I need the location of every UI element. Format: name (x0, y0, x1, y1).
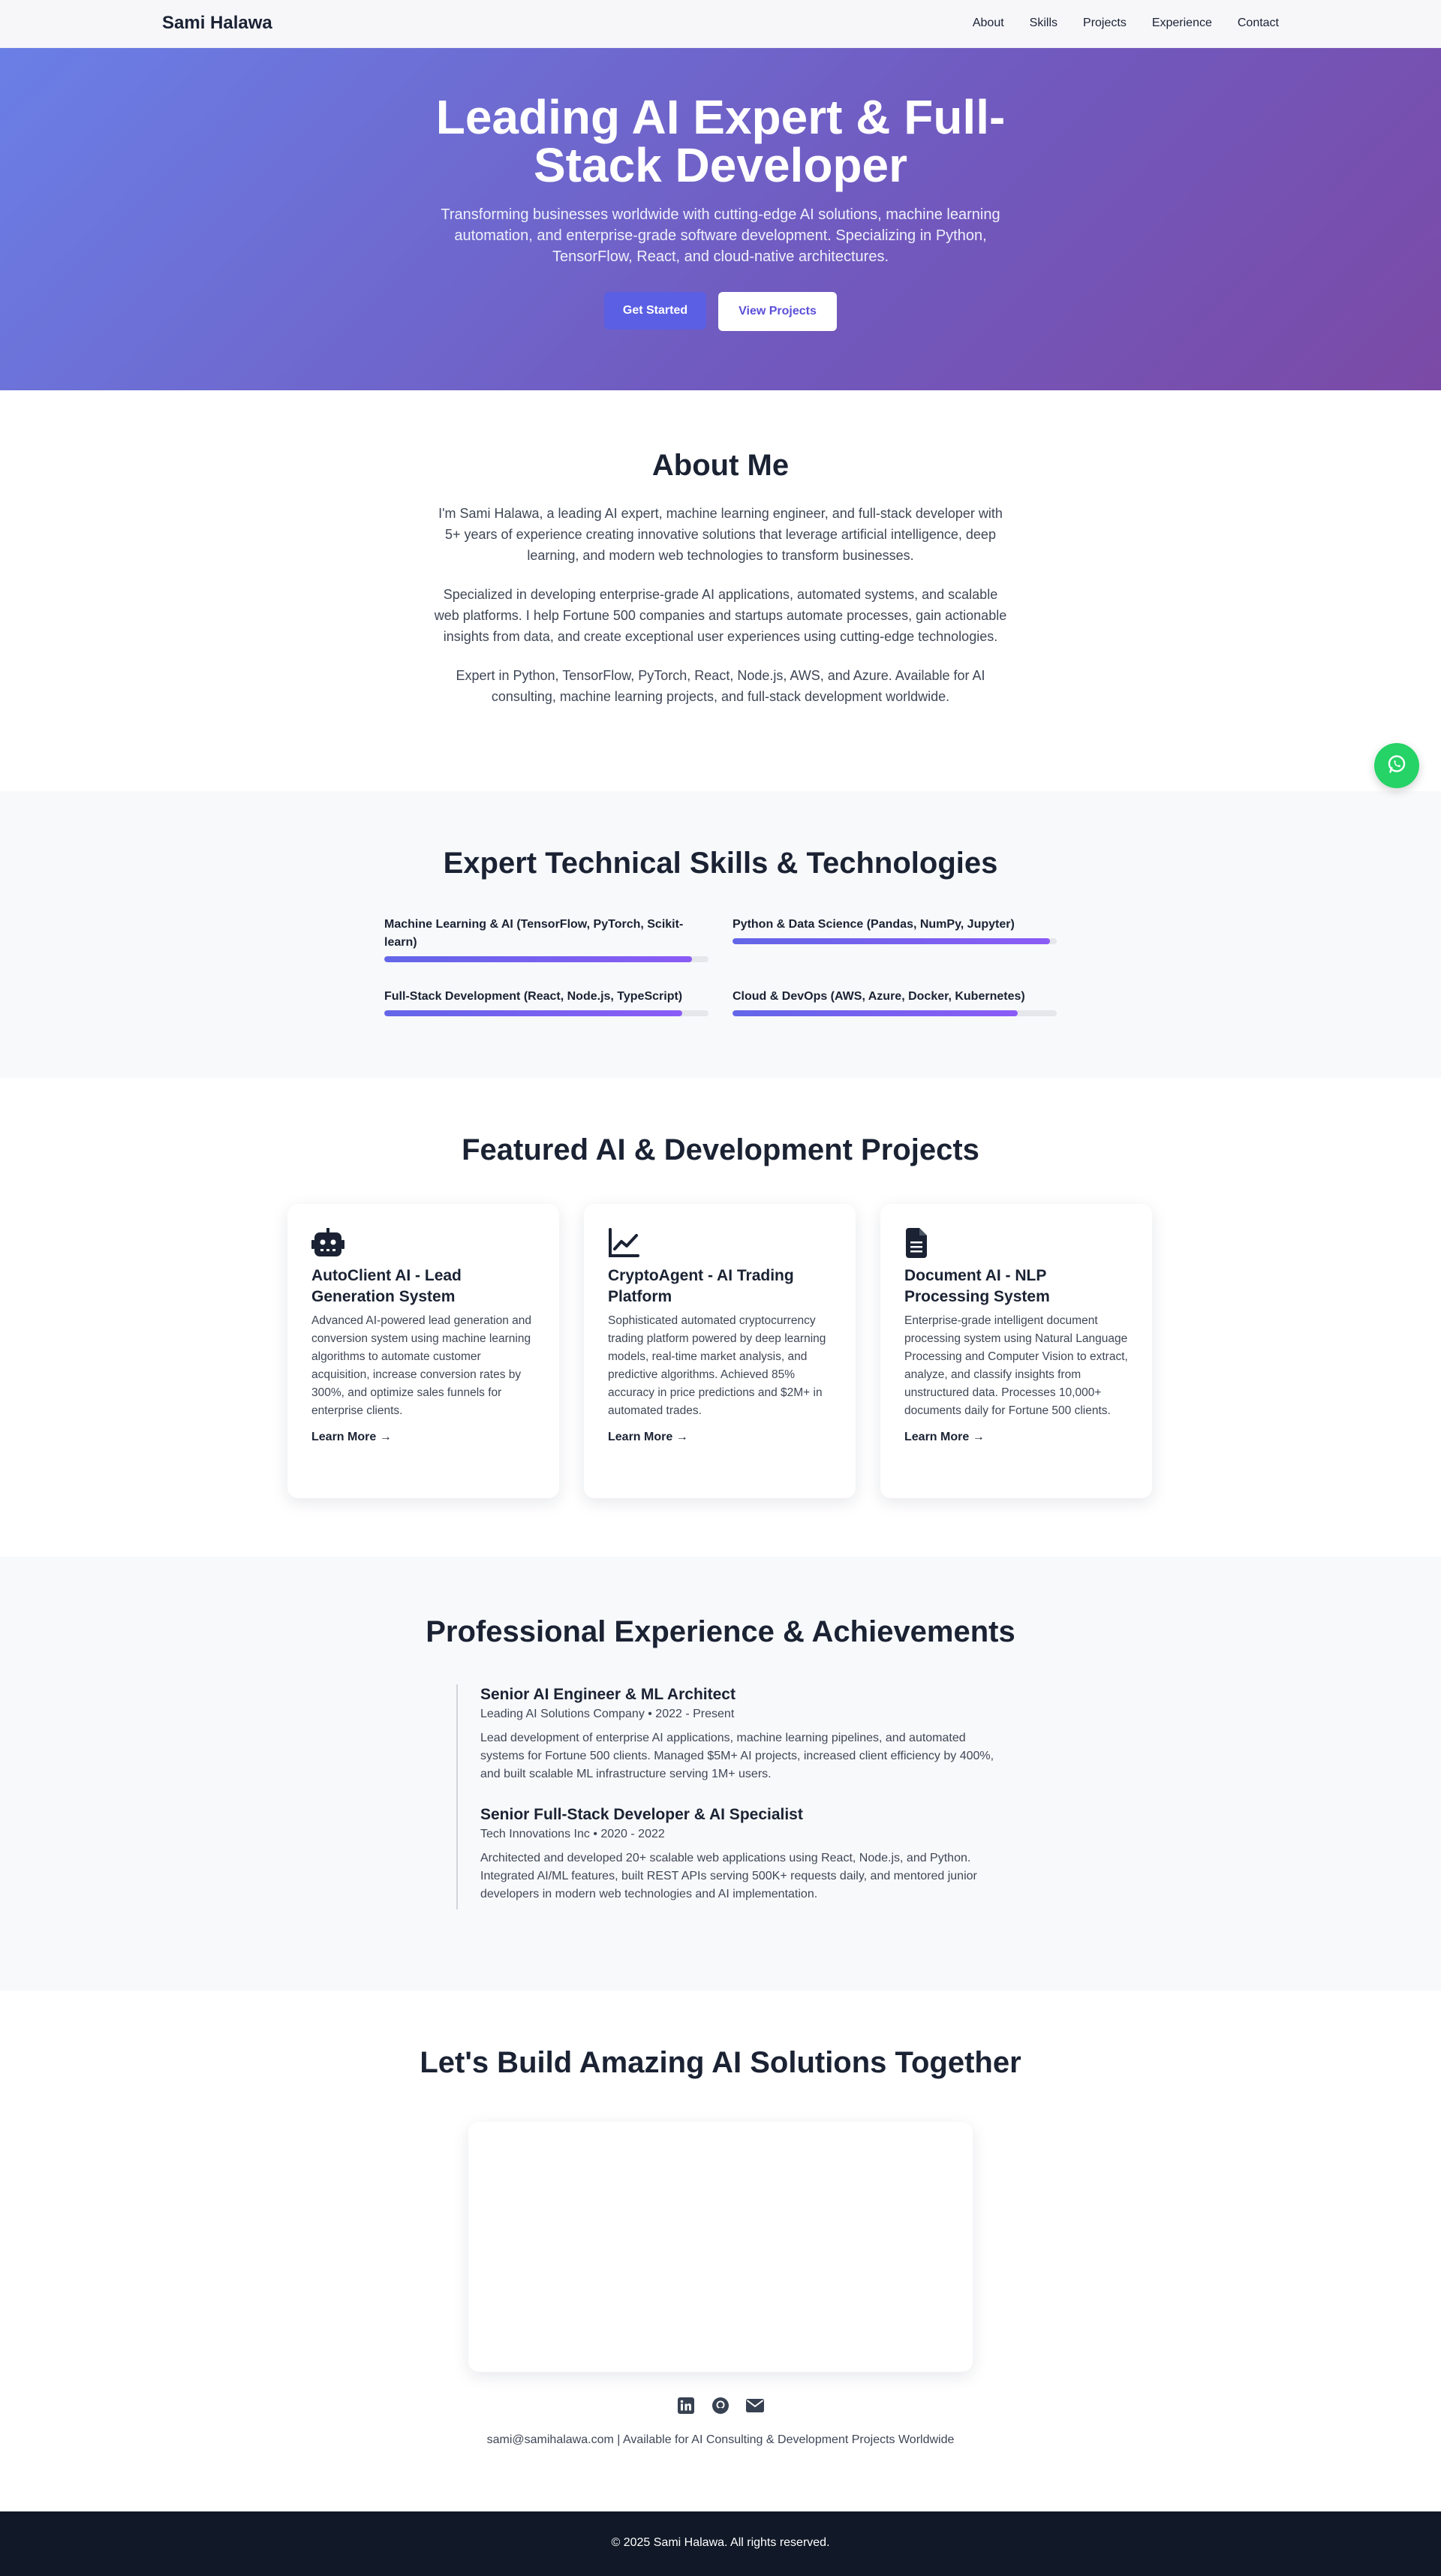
project-card: CryptoAgent - AI Trading Platform Sophis… (584, 1204, 856, 1498)
whatsapp-icon (1386, 754, 1407, 778)
about-paragraph: I'm Sami Halawa, a leading AI expert, ma… (438, 506, 1003, 563)
nav-link-experience[interactable]: Experience (1152, 17, 1212, 30)
skills-section: Expert Technical Skills & Technologies M… (0, 791, 1441, 1078)
project-title: CryptoAgent - AI Trading Platform (608, 1267, 794, 1305)
projects-title: Featured AI & Development Projects (462, 1133, 979, 1166)
learn-more-link[interactable]: Learn More → (904, 1431, 1128, 1444)
project-description: Sophisticated automated cryptocurrency t… (608, 1314, 826, 1417)
job-title: Senior Full-Stack Developer & AI Special… (480, 1806, 803, 1823)
job-meta: Leading AI Solutions Company • 2022 - Pr… (480, 1708, 735, 1720)
learn-more-link[interactable]: Learn More → (608, 1431, 832, 1444)
robot-icon (311, 1228, 344, 1258)
projects-section: Featured AI & Development Projects AutoC… (0, 1078, 1441, 1557)
job-description: Architected and developed 20+ scalable w… (480, 1852, 977, 1900)
nav-link-projects[interactable]: Projects (1083, 17, 1127, 30)
project-description: Enterprise-grade intelligent document pr… (904, 1314, 1128, 1417)
project-description: Advanced AI-powered lead generation and … (311, 1314, 531, 1417)
get-started-button[interactable]: Get Started (604, 292, 706, 330)
about-paragraph: Specialized in developing enterprise-gra… (434, 587, 1007, 644)
contact-form-card[interactable] (468, 2122, 973, 2372)
job-meta: Tech Innovations Inc • 2020 - 2022 (480, 1828, 665, 1840)
experience-section: Professional Experience & Achievements S… (0, 1557, 1441, 1991)
skill-bar-fill (384, 1010, 683, 1016)
skill-label: Python & Data Science (Pandas, NumPy, Ju… (733, 918, 1015, 931)
learn-more-link[interactable]: Learn More → (311, 1431, 535, 1444)
nav-link-contact[interactable]: Contact (1238, 17, 1279, 30)
hero-section: Leading AI Expert & Full-Stack Developer… (0, 48, 1441, 390)
job-description: Lead development of enterprise AI applic… (480, 1732, 994, 1780)
skill-label: Machine Learning & AI (TensorFlow, PyTor… (384, 918, 684, 949)
contact-title: Let's Build Amazing AI Solutions Togethe… (420, 2046, 1021, 2079)
skill-item: Cloud & DevOps (AWS, Azure, Docker, Kube… (733, 988, 1057, 1016)
about-text: I'm Sami Halawa, a leading AI expert, ma… (432, 503, 1009, 725)
skill-label: Cloud & DevOps (AWS, Azure, Docker, Kube… (733, 990, 1025, 1003)
about-paragraph: Expert in Python, TensorFlow, PyTorch, R… (456, 668, 985, 704)
document-icon (904, 1228, 937, 1258)
contact-section: Let's Build Amazing AI Solutions Togethe… (0, 1991, 1441, 2511)
view-projects-button[interactable]: View Projects (718, 292, 837, 331)
github-icon[interactable] (711, 2397, 730, 2415)
experience-item: Senior Full-Stack Developer & AI Special… (480, 1804, 1009, 1903)
nav-link-about[interactable]: About (973, 17, 1004, 30)
skills-title: Expert Technical Skills & Technologies (443, 847, 998, 880)
skill-bar-track (384, 1010, 708, 1016)
skill-bar-fill (733, 938, 1051, 944)
email-icon[interactable] (746, 2397, 764, 2415)
about-title: About Me (651, 449, 790, 482)
skill-bar-track (733, 1010, 1057, 1016)
skill-bar-fill (733, 1010, 1018, 1016)
whatsapp-button[interactable] (1374, 743, 1419, 788)
brand-logo[interactable]: Sami Halawa (162, 13, 272, 34)
skill-bar-track (733, 938, 1057, 944)
contact-info-line: sami@samihalawa.com | Available for AI C… (486, 2433, 955, 2446)
hero-subtitle: Transforming businesses worldwide with c… (441, 206, 1000, 265)
copyright-text: © 2025 Sami Halawa. All rights reserved. (611, 2536, 830, 2549)
project-card: AutoClient AI - Lead Generation System A… (287, 1204, 559, 1498)
project-card: Document AI - NLP Processing System Ente… (880, 1204, 1152, 1498)
project-title: Document AI - NLP Processing System (904, 1267, 1050, 1305)
linkedin-icon[interactable] (677, 2397, 695, 2415)
job-title: Senior AI Engineer & ML Architect (480, 1686, 736, 1703)
experience-item: Senior AI Engineer & ML Architect Leadin… (480, 1684, 1009, 1783)
about-section: About Me I'm Sami Halawa, a leading AI e… (0, 390, 1441, 791)
skill-bar-track (384, 956, 708, 962)
chart-line-icon (608, 1228, 641, 1258)
skill-item: Machine Learning & AI (TensorFlow, PyTor… (384, 916, 708, 962)
nav-link-skills[interactable]: Skills (1030, 17, 1057, 30)
skill-item: Python & Data Science (Pandas, NumPy, Ju… (733, 916, 1057, 944)
experience-title: Professional Experience & Achievements (426, 1615, 1015, 1648)
experience-timeline: Senior AI Engineer & ML Architect Leadin… (456, 1684, 1009, 1909)
site-footer: © 2025 Sami Halawa. All rights reserved. (0, 2511, 1441, 2576)
skill-label: Full-Stack Development (React, Node.js, … (384, 990, 683, 1003)
skill-item: Full-Stack Development (React, Node.js, … (384, 988, 708, 1016)
top-navbar: Sami Halawa About Skills Projects Experi… (0, 0, 1441, 48)
skill-bar-fill (384, 956, 693, 962)
nav-links: About Skills Projects Experience Contact (973, 17, 1279, 30)
project-title: AutoClient AI - Lead Generation System (311, 1267, 462, 1305)
social-links (0, 2397, 1441, 2415)
hero-title: Leading AI Expert & Full-Stack Developer (435, 90, 1006, 192)
